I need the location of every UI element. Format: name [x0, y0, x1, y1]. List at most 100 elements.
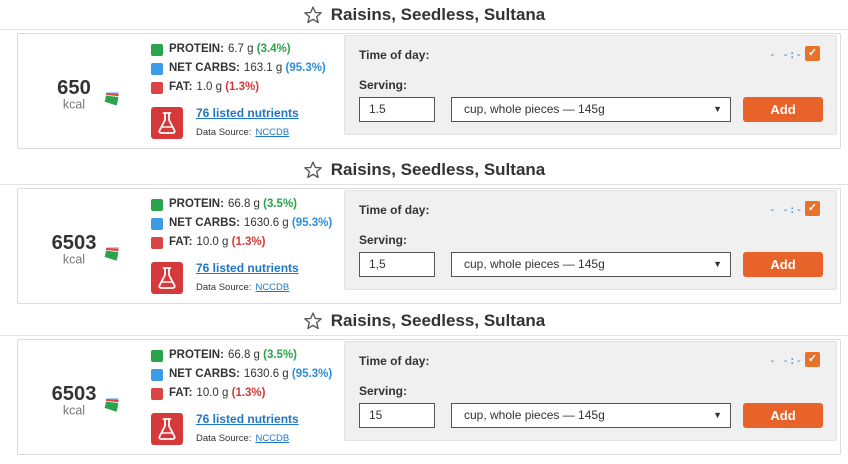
- calorie-unit: kcal: [63, 403, 85, 417]
- fat-percent: (1.3%): [225, 81, 260, 93]
- data-source-link[interactable]: NCCDB: [255, 127, 289, 138]
- protein-percent: (3.4%): [256, 43, 291, 55]
- time-of-day-checkbox[interactable]: ✓: [805, 201, 820, 216]
- data-source: Data Source: NCCDB: [196, 282, 289, 293]
- data-source: Data Source: NCCDB: [196, 127, 289, 138]
- add-button[interactable]: Add: [743, 252, 823, 277]
- protein-row: PROTEIN: 66.8 g (3.5%): [151, 195, 332, 214]
- food-title: Raisins, Seedless, Sultana: [330, 159, 546, 179]
- fat-row: FAT: 1.0 g (1.3%): [151, 78, 326, 97]
- protein-amount: 6.7 g: [227, 43, 254, 55]
- protein-swatch: [151, 43, 163, 56]
- protein-percent: (3.5%): [263, 349, 298, 361]
- flask-icon[interactable]: [151, 262, 183, 294]
- food-entry-card: 6503 kcal PROTEIN: 66.8 g (3.5%) NET CARB…: [17, 339, 841, 455]
- log-panel: Time of day: - -:- - ✓ Serving: 1.5 cup,…: [344, 35, 837, 135]
- serving-quantity-input[interactable]: 1,5: [359, 252, 435, 277]
- fat-swatch: [151, 236, 163, 249]
- serving-unit-value: cup, whole pieces — 145g: [464, 102, 605, 116]
- serving-unit-value: cup, whole pieces — 145g: [464, 257, 605, 271]
- data-source-link[interactable]: NCCDB: [255, 282, 289, 293]
- favorite-star-icon[interactable]: [303, 5, 323, 25]
- fat-amount: 10.0 g: [196, 387, 229, 399]
- chevron-down-icon: ▼: [713, 259, 722, 269]
- serving-unit-select[interactable]: cup, whole pieces — 145g ▼: [451, 403, 731, 428]
- net-carbs-row: NET CARBS: 1630.6 g (95.3%): [151, 214, 332, 233]
- fat-label: FAT:: [169, 236, 193, 248]
- fat-label: FAT:: [169, 81, 193, 93]
- net-carbs-label: NET CARBS:: [169, 368, 240, 380]
- protein-row: PROTEIN: 6.7 g (3.4%): [151, 40, 326, 59]
- favorite-star-icon[interactable]: [303, 311, 323, 331]
- time-of-day-checkbox[interactable]: ✓: [805, 352, 820, 367]
- chevron-down-icon: ▼: [713, 104, 722, 114]
- protein-swatch: [151, 198, 163, 211]
- time-of-day-label: Time of day:: [359, 48, 430, 62]
- net-carbs-row: NET CARBS: 163.1 g (95.3%): [151, 59, 326, 78]
- serving-quantity-input[interactable]: 1.5: [359, 97, 435, 122]
- time-of-day-label: Time of day:: [359, 203, 430, 217]
- macro-breakdown: PROTEIN: 66.8 g (3.5%) NET CARBS: 1630.6…: [151, 346, 332, 403]
- macro-breakdown: PROTEIN: 66.8 g (3.5%) NET CARBS: 1630.6…: [151, 195, 332, 252]
- food-title: Raisins, Seedless, Sultana: [330, 4, 546, 24]
- add-button[interactable]: Add: [743, 403, 823, 428]
- protein-swatch: [151, 349, 163, 362]
- favorite-star-icon[interactable]: [303, 160, 323, 180]
- serving-unit-select[interactable]: cup, whole pieces — 145g ▼: [451, 252, 731, 277]
- calorie-unit: kcal: [63, 252, 85, 266]
- food-entry-card: 6503 kcal PROTEIN: 66.8 g (3.5%) NET CARB…: [17, 188, 841, 304]
- listed-nutrients-link[interactable]: 76 listed nutrients: [196, 412, 299, 426]
- food-entry-card: 650 kcal PROTEIN: 6.7 g (3.4%) NET CARBS:…: [17, 33, 841, 149]
- serving-unit-select[interactable]: cup, whole pieces — 145g ▼: [451, 97, 731, 122]
- protein-amount: 66.8 g: [227, 349, 260, 361]
- time-of-day-label: Time of day:: [359, 354, 430, 368]
- net-carbs-percent: (95.3%): [291, 368, 333, 380]
- listed-nutrients-link[interactable]: 76 listed nutrients: [196, 106, 299, 120]
- fat-swatch: [151, 387, 163, 400]
- data-source-label: Data Source:: [196, 433, 252, 444]
- flask-icon[interactable]: [151, 413, 183, 445]
- data-source-label: Data Source:: [196, 282, 252, 293]
- calorie-value: 6503: [52, 232, 97, 254]
- fat-percent: (1.3%): [231, 236, 266, 248]
- fat-row: FAT: 10.0 g (1.3%): [151, 384, 332, 403]
- net-carbs-row: NET CARBS: 1630.6 g (95.3%): [151, 365, 332, 384]
- serving-label: Serving:: [359, 384, 408, 398]
- entry-title-row: Raisins, Seedless, Sultana: [0, 0, 848, 30]
- data-source-label: Data Source:: [196, 127, 252, 138]
- net-carbs-label: NET CARBS:: [169, 62, 240, 74]
- protein-amount: 66.8 g: [227, 198, 260, 210]
- flask-icon[interactable]: [151, 107, 183, 139]
- calorie-value: 650: [57, 77, 91, 99]
- listed-nutrients-link[interactable]: 76 listed nutrients: [196, 261, 299, 275]
- calorie-donut-chart: 6503kcal: [29, 202, 119, 292]
- fat-percent: (1.3%): [231, 387, 266, 399]
- protein-percent: (3.5%): [263, 198, 298, 210]
- net-carbs-amount: 1630.6 g: [243, 217, 289, 229]
- serving-label: Serving:: [359, 233, 408, 247]
- net-carbs-label: NET CARBS:: [169, 217, 240, 229]
- net-carbs-percent: (95.3%): [285, 62, 326, 74]
- serving-unit-value: cup, whole pieces — 145g: [464, 408, 605, 422]
- net-carbs-swatch: [151, 368, 163, 381]
- calorie-donut-chart: 6503kcal: [29, 353, 119, 443]
- macro-breakdown: PROTEIN: 6.7 g (3.4%) NET CARBS: 163.1 g…: [151, 40, 326, 97]
- calorie-value: 6503: [52, 383, 97, 405]
- protein-label: PROTEIN:: [169, 43, 224, 55]
- fat-amount: 10.0 g: [196, 236, 229, 248]
- add-button[interactable]: Add: [743, 97, 823, 122]
- entry-title-row: Raisins, Seedless, Sultana: [0, 155, 848, 185]
- fat-amount: 1.0 g: [196, 81, 222, 93]
- time-of-day-checkbox[interactable]: ✓: [805, 46, 820, 61]
- net-carbs-swatch: [151, 62, 163, 75]
- fat-label: FAT:: [169, 387, 193, 399]
- net-carbs-amount: 163.1 g: [243, 62, 283, 74]
- serving-label: Serving:: [359, 78, 408, 92]
- data-source-link[interactable]: NCCDB: [255, 433, 289, 444]
- net-carbs-amount: 1630.6 g: [243, 368, 289, 380]
- fat-row: FAT: 10.0 g (1.3%): [151, 233, 332, 252]
- protein-label: PROTEIN:: [169, 198, 224, 210]
- fat-swatch: [151, 81, 163, 94]
- serving-quantity-input[interactable]: 15: [359, 403, 435, 428]
- calorie-donut-chart: 650kcal: [29, 47, 119, 137]
